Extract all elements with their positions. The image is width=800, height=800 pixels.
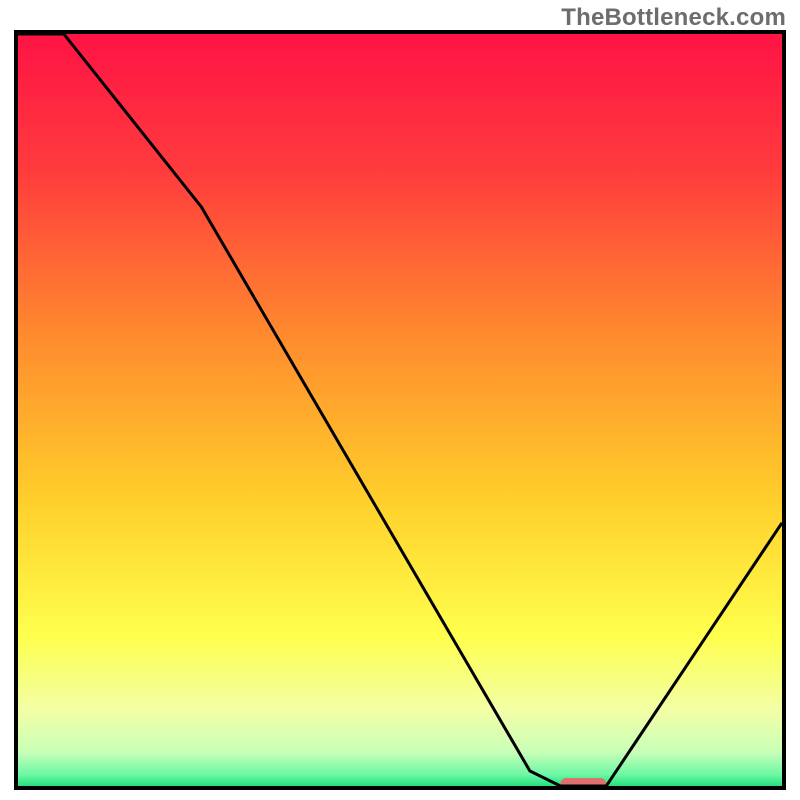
chart-background xyxy=(18,34,782,786)
watermark-text: TheBottleneck.com xyxy=(561,4,786,32)
bottleneck-chart xyxy=(14,30,786,790)
chart-svg xyxy=(18,34,782,786)
